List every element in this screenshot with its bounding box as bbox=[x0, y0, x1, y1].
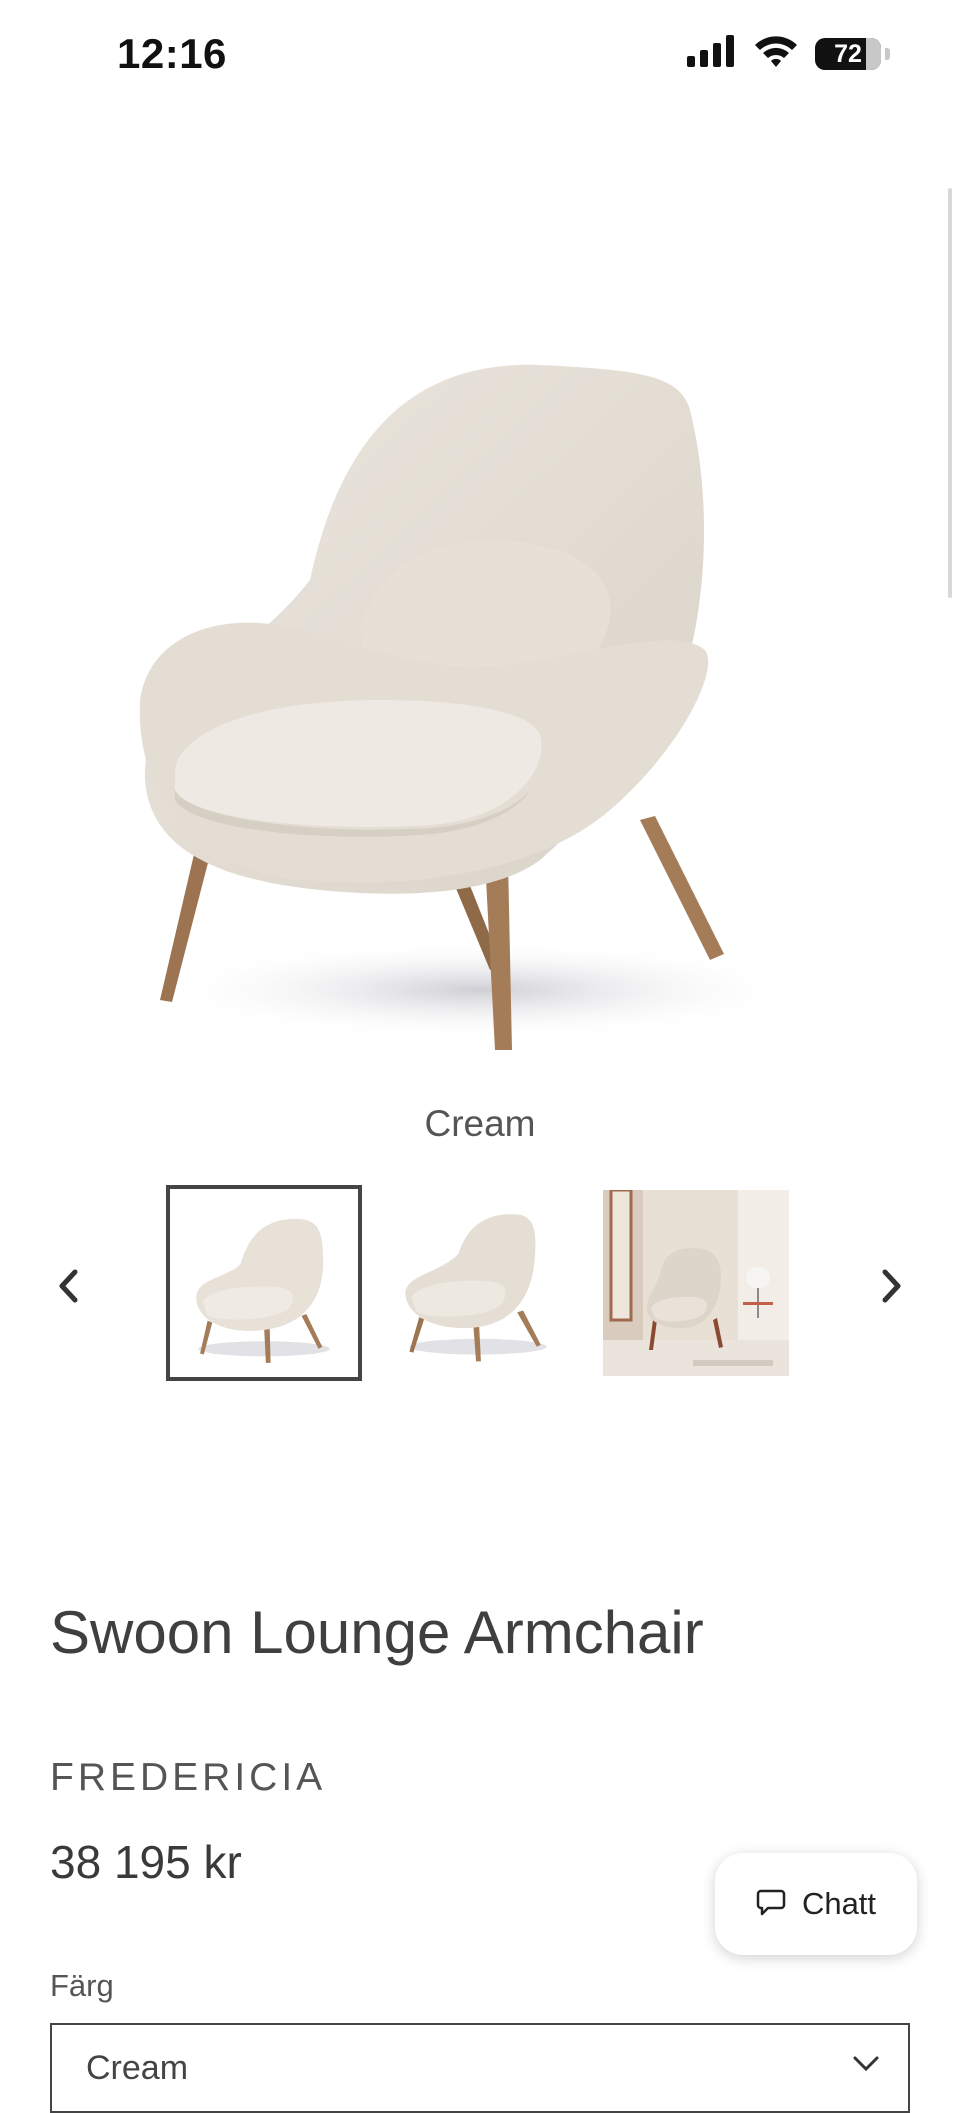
thumbnail-1[interactable] bbox=[166, 1185, 362, 1381]
battery-tip bbox=[885, 47, 890, 60]
scroll-indicator[interactable] bbox=[948, 188, 952, 598]
thumbnail-3-room[interactable] bbox=[603, 1188, 789, 1376]
chevron-down-icon bbox=[852, 2055, 880, 2078]
status-icons: 72 bbox=[687, 34, 890, 73]
chat-label: Chatt bbox=[801, 1886, 877, 1921]
chevron-left-icon bbox=[59, 1269, 78, 1303]
chat-button[interactable]: Chatt bbox=[715, 1853, 917, 1955]
color-select-value: Cream bbox=[86, 2049, 189, 2087]
color-select[interactable]: Cream bbox=[50, 2023, 910, 2113]
thumbnail-2[interactable] bbox=[380, 1185, 576, 1381]
chevron-right-icon bbox=[882, 1269, 901, 1303]
color-select-label: Färg bbox=[50, 1968, 114, 2003]
status-bar: 12:16 72 bbox=[0, 0, 960, 110]
next-image-button[interactable] bbox=[872, 1261, 912, 1311]
image-caption: Cream bbox=[424, 1103, 536, 1144]
product-brand[interactable]: FREDERICIA bbox=[50, 1756, 326, 1800]
battery-icon: 72 bbox=[815, 37, 881, 70]
battery-percent: 72 bbox=[834, 39, 862, 68]
product-price: 38 195 kr bbox=[50, 1836, 242, 1888]
thumbnail-carousel bbox=[0, 1185, 960, 1395]
previous-image-button[interactable] bbox=[48, 1261, 88, 1311]
wifi-icon bbox=[753, 34, 799, 73]
status-time: 12:16 bbox=[117, 30, 227, 77]
chat-bubble-icon bbox=[756, 1887, 786, 1922]
cellular-signal-icon bbox=[687, 35, 737, 72]
product-title: Swoon Lounge Armchair bbox=[50, 1599, 704, 1666]
product-main-image[interactable] bbox=[120, 330, 840, 1090]
